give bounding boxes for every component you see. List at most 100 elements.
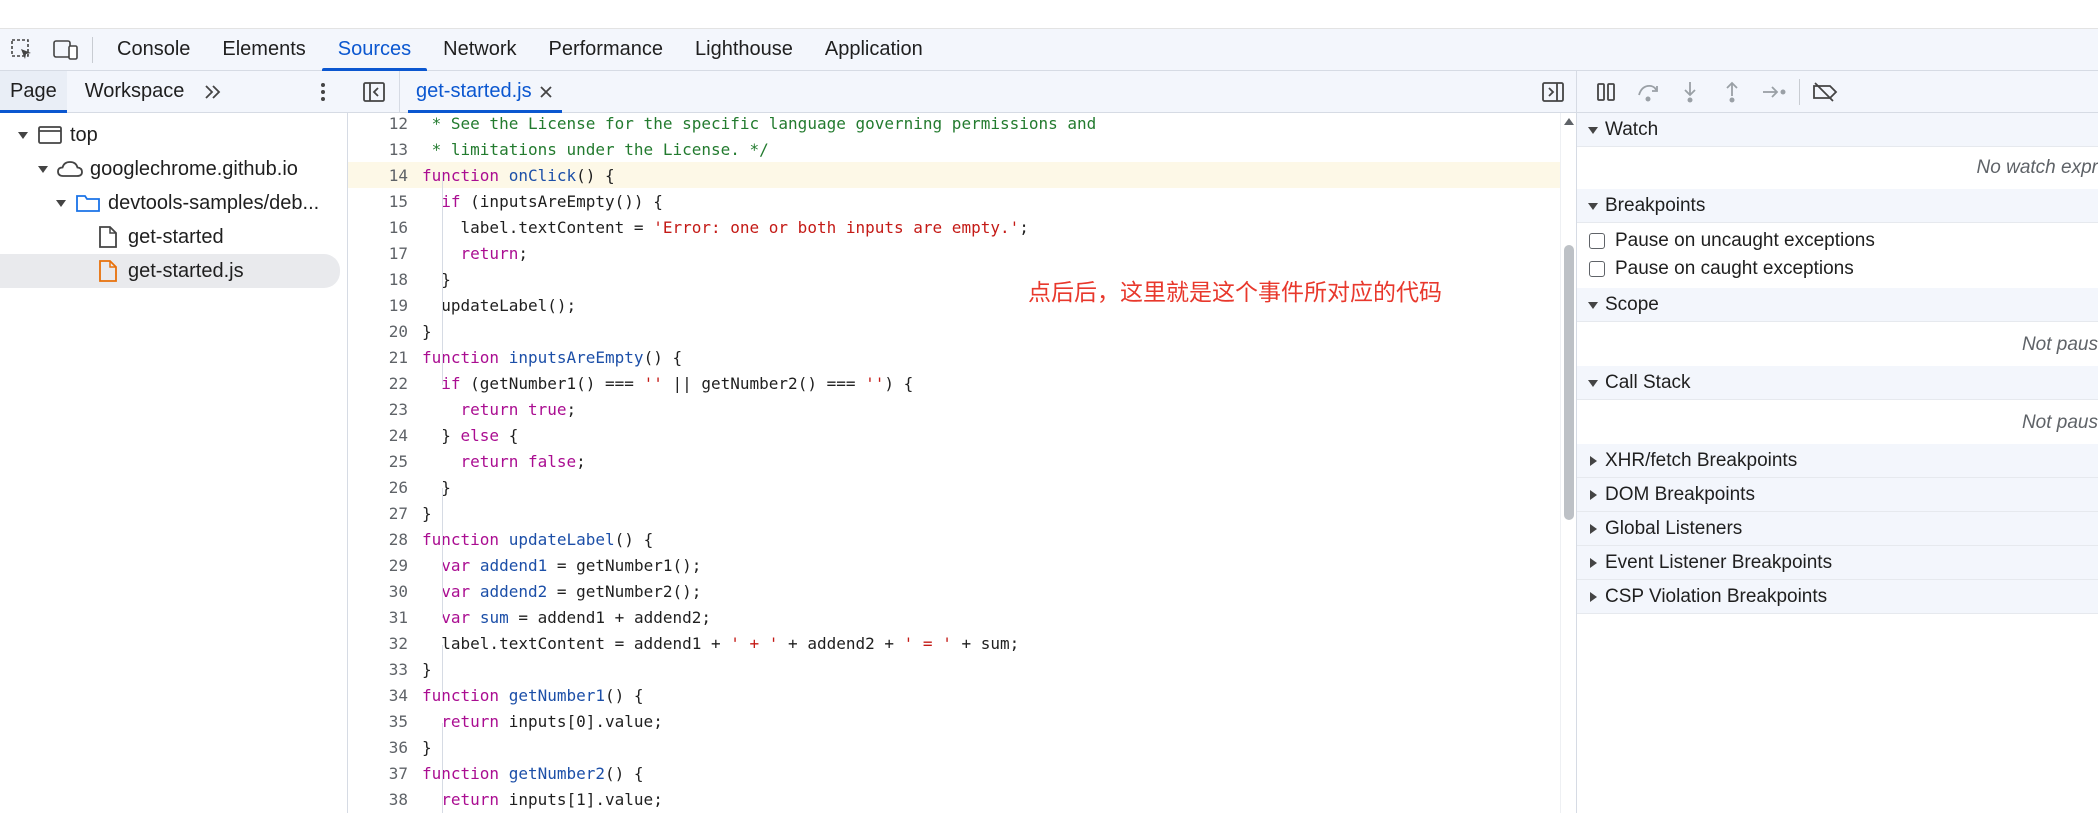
watch-section-header[interactable]: Watch — [1577, 113, 2098, 147]
step-out-icon[interactable] — [1711, 71, 1753, 113]
tree-item-top[interactable]: top — [16, 118, 98, 152]
line-number[interactable]: 23 — [348, 400, 408, 419]
tree-item-domain[interactable]: googlechrome.github.io — [36, 152, 298, 186]
pause-caught-checkbox[interactable] — [1589, 261, 1605, 277]
more-tabs-chevron-icon[interactable] — [198, 77, 228, 107]
code-line[interactable]: 36} — [348, 734, 1560, 760]
code-line[interactable]: 29 var addend1 = getNumber1(); — [348, 552, 1560, 578]
step-over-icon[interactable] — [1627, 71, 1669, 113]
line-number[interactable]: 26 — [348, 478, 408, 497]
code-line[interactable]: 26 } — [348, 474, 1560, 500]
code-line[interactable]: 17 return; — [348, 240, 1560, 266]
call-stack-section-header[interactable]: Call Stack — [1577, 366, 2098, 400]
line-number[interactable]: 19 — [348, 296, 408, 315]
code-line[interactable]: 30 var addend2 = getNumber2(); — [348, 578, 1560, 604]
pause-caught-option[interactable]: Pause on caught exceptions — [1577, 255, 2098, 283]
editor-scrollbar[interactable] — [1560, 113, 1576, 813]
code-line[interactable]: 24 } else { — [348, 422, 1560, 448]
expand-arrow-icon[interactable] — [16, 128, 30, 142]
code-line[interactable]: 27} — [348, 500, 1560, 526]
line-number[interactable]: 18 — [348, 270, 408, 289]
line-number[interactable]: 29 — [348, 556, 408, 575]
editor-file-tab[interactable]: get-started.js — [400, 71, 562, 113]
scroll-up-icon[interactable] — [1563, 115, 1575, 127]
pause-uncaught-option[interactable]: Pause on uncaught exceptions — [1577, 227, 2098, 255]
code-line[interactable]: 22 if (getNumber1() === '' || getNumber2… — [348, 370, 1560, 396]
line-number[interactable]: 34 — [348, 686, 408, 705]
line-number[interactable]: 28 — [348, 530, 408, 549]
code-line[interactable]: 38 return inputs[1].value; — [348, 786, 1560, 812]
pause-uncaught-checkbox[interactable] — [1589, 233, 1605, 249]
deactivate-breakpoints-icon[interactable] — [1804, 71, 1846, 113]
line-number[interactable]: 13 — [348, 140, 408, 159]
code-line[interactable]: 37 function getNumber2() { — [348, 760, 1560, 786]
code-line[interactable]: 15 if (inputsAreEmpty()) { — [348, 188, 1560, 214]
line-number[interactable]: 16 — [348, 218, 408, 237]
expand-arrow-icon[interactable] — [36, 162, 50, 176]
code-line[interactable]: 13 * limitations under the License. */ — [348, 136, 1560, 162]
step-into-icon[interactable] — [1669, 71, 1711, 113]
tab-performance[interactable]: Performance — [533, 29, 680, 71]
device-toolbar-icon[interactable] — [44, 29, 88, 71]
code-line[interactable]: 31 var sum = addend1 + addend2; — [348, 604, 1560, 630]
tree-item-folder[interactable]: devtools-samples/deb... — [54, 186, 319, 220]
line-number[interactable]: 21 — [348, 348, 408, 367]
line-number[interactable]: 17 — [348, 244, 408, 263]
line-number[interactable]: 14 — [348, 166, 408, 185]
scope-section-header[interactable]: Scope — [1577, 288, 2098, 322]
line-number[interactable]: 24 — [348, 426, 408, 445]
code-line[interactable]: 25 return false; — [348, 448, 1560, 474]
tab-lighthouse[interactable]: Lighthouse — [679, 29, 809, 71]
code-line[interactable]: 16 label.textContent = 'Error: one or bo… — [348, 214, 1560, 240]
code-line[interactable]: 14 function onClick() { — [348, 162, 1560, 188]
close-icon[interactable] — [536, 82, 556, 102]
tab-console[interactable]: Console — [101, 29, 206, 71]
expand-arrow-icon[interactable] — [54, 196, 68, 210]
code-line[interactable]: 20} — [348, 318, 1560, 344]
code-line[interactable]: 28 function updateLabel() { — [348, 526, 1560, 552]
global-listeners-section[interactable]: Global Listeners — [1577, 512, 2098, 546]
tab-sources[interactable]: Sources — [321, 29, 428, 71]
tab-elements[interactable]: Elements — [206, 29, 321, 71]
code-line[interactable]: 23 return true; — [348, 396, 1560, 422]
step-icon[interactable] — [1753, 71, 1795, 113]
line-number[interactable]: 35 — [348, 712, 408, 731]
line-number[interactable]: 27 — [348, 504, 408, 523]
toggle-navigator-icon[interactable] — [348, 70, 400, 113]
tab-application[interactable]: Application — [809, 29, 939, 71]
pause-icon[interactable] — [1585, 71, 1627, 113]
navigator-tab-workspace[interactable]: Workspace — [75, 71, 195, 113]
line-number[interactable]: 25 — [348, 452, 408, 471]
dom-breakpoints-section[interactable]: DOM Breakpoints — [1577, 478, 2098, 512]
line-number[interactable]: 30 — [348, 582, 408, 601]
line-number[interactable]: 12 — [348, 114, 408, 133]
line-number[interactable]: 32 — [348, 634, 408, 653]
toggle-debugger-icon[interactable] — [1538, 77, 1568, 107]
code-line[interactable]: 32 label.textContent = addend1 + ' + ' +… — [348, 630, 1560, 656]
event-listener-breakpoints-section[interactable]: Event Listener Breakpoints — [1577, 546, 2098, 580]
inspect-element-icon[interactable] — [0, 29, 44, 71]
code-line[interactable]: 33} — [348, 656, 1560, 682]
line-number[interactable]: 37 — [348, 764, 408, 783]
navigator-tab-page[interactable]: Page — [0, 70, 67, 113]
line-number[interactable]: 33 — [348, 660, 408, 679]
csp-violation-breakpoints-section[interactable]: CSP Violation Breakpoints — [1577, 580, 2098, 614]
line-number[interactable]: 36 — [348, 738, 408, 757]
breakpoints-section-header[interactable]: Breakpoints — [1577, 189, 2098, 223]
line-number[interactable]: 38 — [348, 790, 408, 809]
code-line[interactable]: 35 return inputs[0].value; — [348, 708, 1560, 734]
code-editor[interactable]: 38 return inputs[1].value; 37 function get… — [348, 113, 1560, 813]
code-line[interactable]: 12 * See the License for the specific la… — [348, 113, 1560, 136]
line-number[interactable]: 15 — [348, 192, 408, 211]
tree-item-get-started-js[interactable]: get-started.js — [0, 254, 340, 288]
code-line[interactable]: 34 function getNumber1() { — [348, 682, 1560, 708]
line-number[interactable]: 31 — [348, 608, 408, 627]
xhr-breakpoints-section[interactable]: XHR/fetch Breakpoints — [1577, 444, 2098, 478]
tree-item-get-started[interactable]: get-started — [88, 220, 224, 254]
tab-network[interactable]: Network — [427, 29, 532, 71]
line-number[interactable]: 20 — [348, 322, 408, 341]
scrollbar-thumb[interactable] — [1564, 245, 1574, 520]
more-options-icon[interactable] — [308, 77, 338, 107]
line-number[interactable]: 22 — [348, 374, 408, 393]
code-line[interactable]: 21 function inputsAreEmpty() { — [348, 344, 1560, 370]
